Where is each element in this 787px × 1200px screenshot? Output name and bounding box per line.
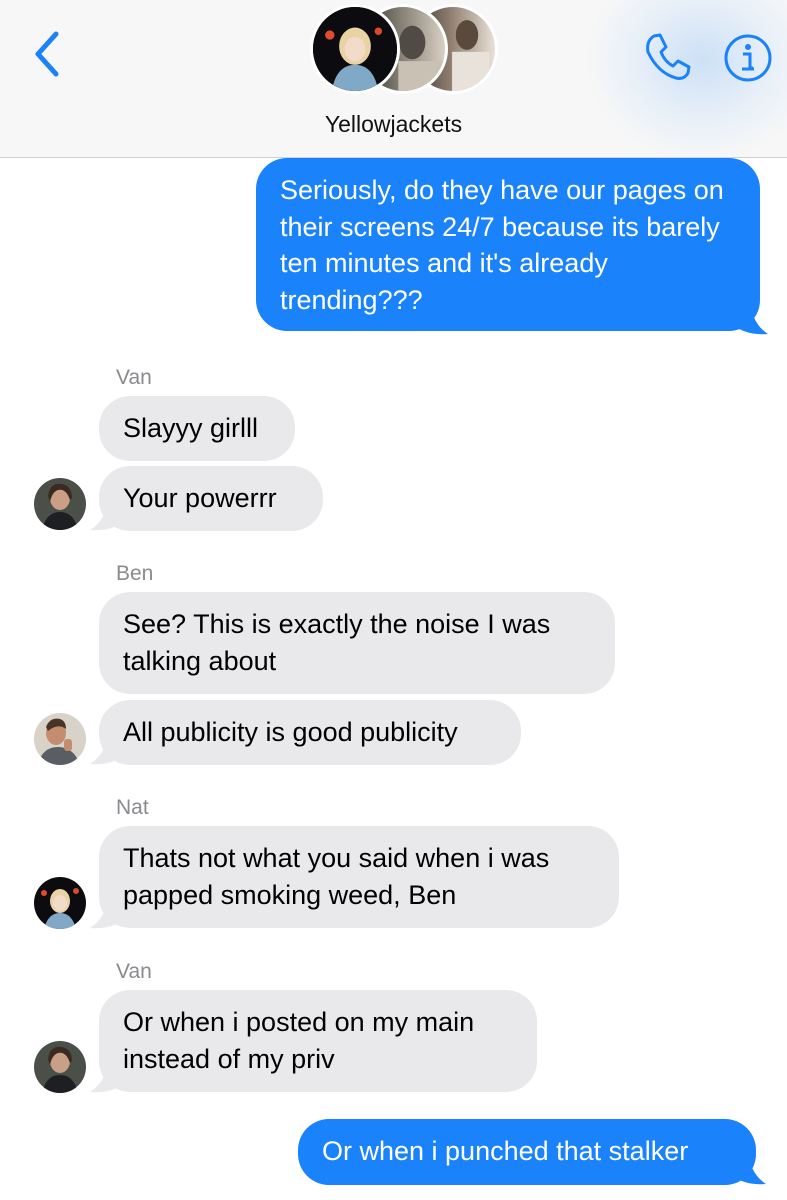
sender-name: Nat xyxy=(116,796,149,819)
van-avatar[interactable] xyxy=(34,1041,86,1093)
sent-message-bubble[interactable]: Or when i punched that stalker xyxy=(298,1119,756,1185)
sender-name: Van xyxy=(116,366,152,389)
chevron-left-icon xyxy=(35,31,59,77)
message-text: Seriously, do they have our pages on the… xyxy=(280,175,724,315)
message-text: See? This is exactly the noise I was tal… xyxy=(123,609,551,676)
sender-name: Ben xyxy=(116,562,154,585)
van-avatar[interactable] xyxy=(34,478,86,530)
message-text: Your powerrr xyxy=(123,483,277,513)
received-message-bubble[interactable]: Your powerrr xyxy=(99,466,323,531)
back-button[interactable] xyxy=(28,28,68,80)
received-message-bubble[interactable]: See? This is exactly the noise I was tal… xyxy=(99,592,615,694)
nat-avatar[interactable] xyxy=(34,877,86,929)
sender-name: Van xyxy=(116,960,152,983)
call-button[interactable] xyxy=(640,30,694,84)
message-text: All publicity is good publicity xyxy=(123,717,458,747)
received-message-bubble[interactable]: Slayyy girlll xyxy=(99,396,295,461)
received-message-bubble[interactable]: Thats not what you said when i was pappe… xyxy=(99,826,619,928)
ben-avatar[interactable] xyxy=(34,713,86,765)
sent-message-bubble[interactable]: Seriously, do they have our pages on the… xyxy=(256,158,760,331)
received-message-bubble[interactable]: All publicity is good publicity xyxy=(99,700,521,765)
message-text: Or when i punched that stalker xyxy=(322,1136,689,1166)
info-button[interactable] xyxy=(722,32,774,84)
message-text: Slayyy girlll xyxy=(123,413,259,443)
message-text: Or when i posted on my main instead of m… xyxy=(123,1007,475,1074)
message-text: Thats not what you said when i was pappe… xyxy=(123,843,550,910)
group-name[interactable]: Yellowjackets xyxy=(0,111,787,138)
info-icon xyxy=(724,34,772,82)
group-avatar-stack[interactable] xyxy=(310,2,500,100)
received-message-bubble[interactable]: Or when i posted on my main instead of m… xyxy=(99,990,537,1092)
conversation-header: Yellowjackets xyxy=(0,0,787,158)
group-member-avatar xyxy=(310,4,400,94)
phone-icon xyxy=(646,33,691,80)
